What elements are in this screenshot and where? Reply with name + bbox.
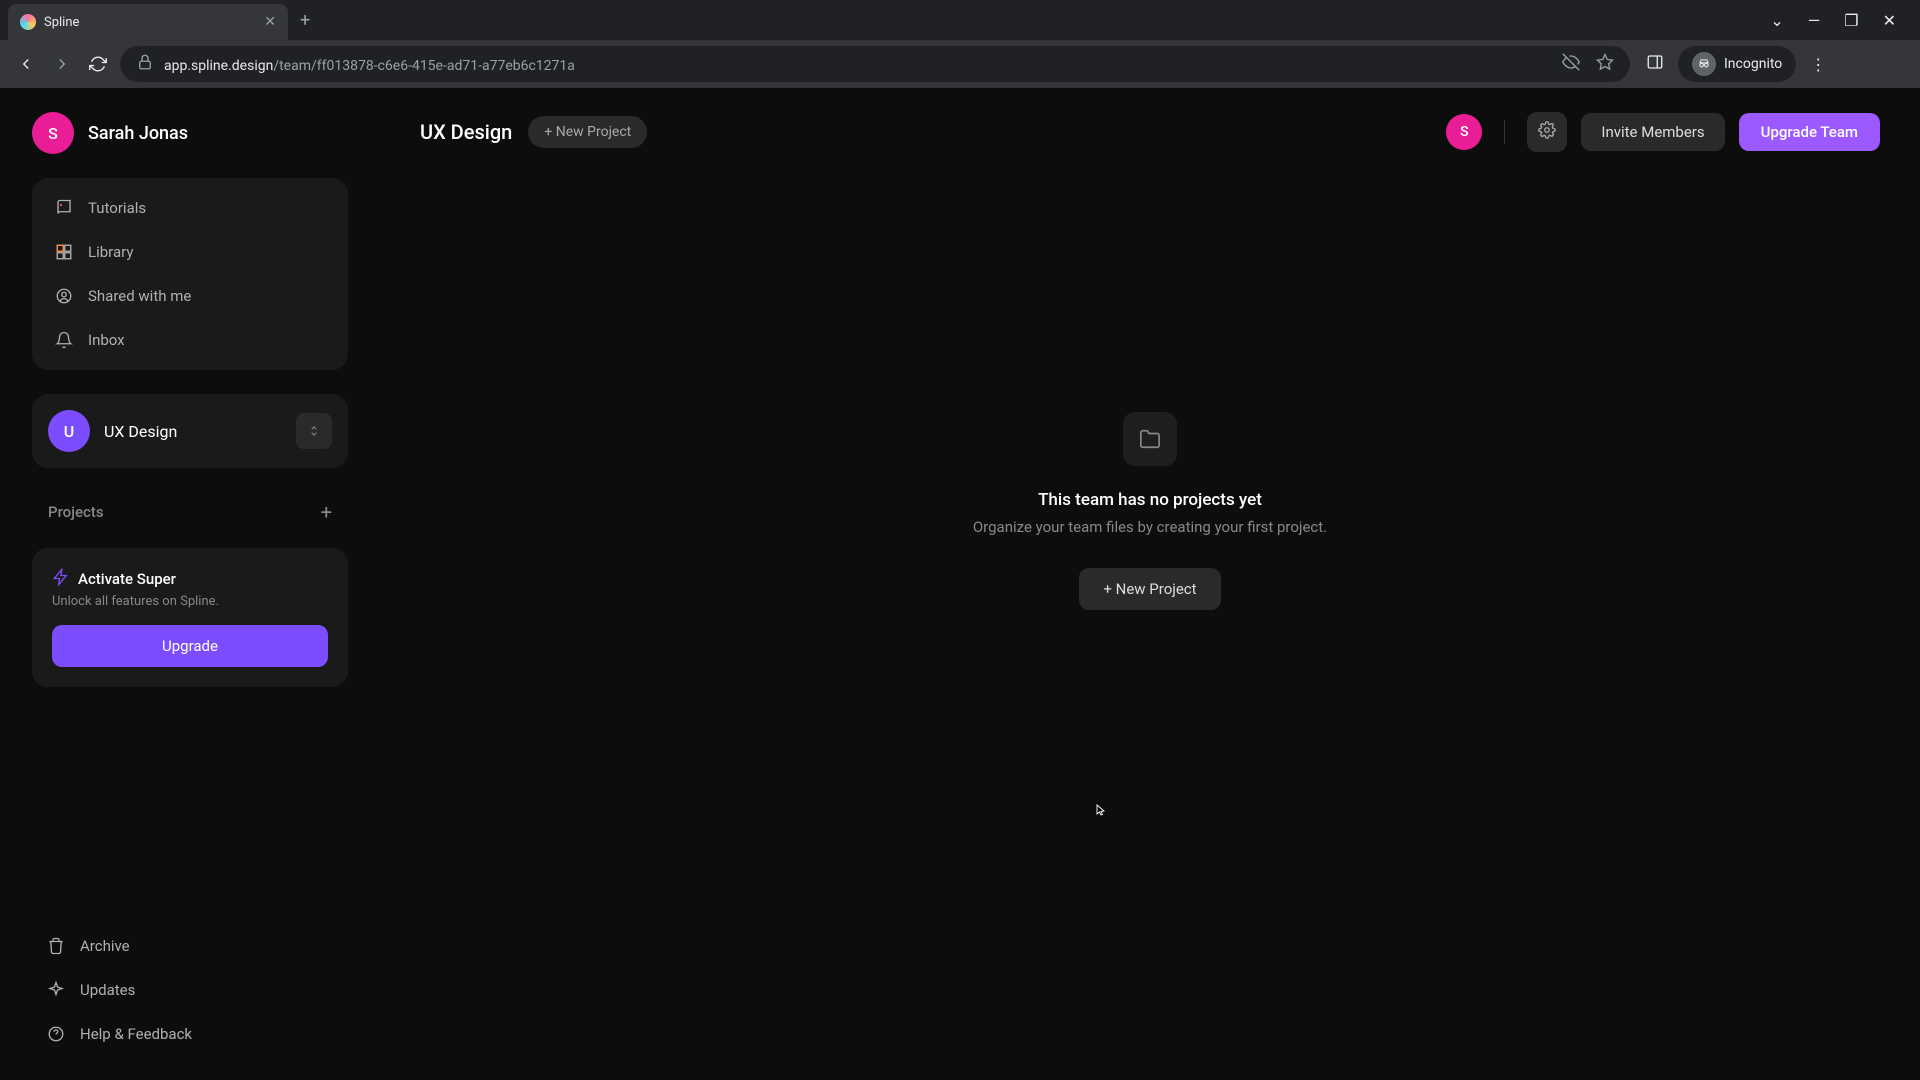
team-name: UX Design [104, 422, 282, 441]
sidebar-item-shared[interactable]: Shared with me [40, 274, 340, 318]
sidebar-item-tutorials[interactable]: Tutorials [40, 186, 340, 230]
upgrade-subtitle: Unlock all features on Spline. [52, 594, 328, 609]
nav-label: Archive [80, 937, 130, 955]
sidebar-item-help[interactable]: Help & Feedback [32, 1012, 348, 1056]
nav-label: Library [88, 243, 133, 261]
panel-icon[interactable] [1646, 53, 1664, 75]
gear-icon [1538, 121, 1556, 143]
member-avatar[interactable]: S [1446, 114, 1482, 150]
sidebar-item-updates[interactable]: Updates [32, 968, 348, 1012]
incognito-label: Incognito [1724, 56, 1782, 72]
settings-button[interactable] [1527, 112, 1567, 152]
forward-button[interactable] [48, 50, 76, 78]
upgrade-team-button[interactable]: Upgrade Team [1739, 113, 1880, 151]
team-selector[interactable]: U UX Design [32, 394, 348, 468]
back-button[interactable] [12, 50, 40, 78]
projects-label: Projects [48, 503, 104, 521]
chevron-down-icon[interactable]: ⌄ [1770, 11, 1783, 30]
upgrade-button[interactable]: Upgrade [52, 625, 328, 667]
nav-bar: app.spline.design/team/ff013878-c6e6-415… [0, 40, 1920, 88]
user-header[interactable]: S Sarah Jonas [32, 112, 348, 154]
upgrade-title: Activate Super [78, 570, 176, 588]
address-bar[interactable]: app.spline.design/team/ff013878-c6e6-415… [120, 46, 1630, 82]
empty-state: This team has no projects yet Organize y… [420, 412, 1880, 610]
incognito-badge[interactable]: Incognito [1678, 46, 1796, 82]
user-name: Sarah Jonas [88, 123, 188, 144]
user-circle-icon [54, 286, 74, 306]
user-avatar: S [32, 112, 74, 154]
empty-title: This team has no projects yet [1038, 490, 1262, 510]
browser-chrome: Spline ✕ + ⌄ — ❐ ✕ app.spline.design/tea… [0, 0, 1920, 88]
bolt-icon [52, 568, 70, 590]
add-project-button[interactable]: + [321, 500, 332, 524]
top-actions: S Invite Members Upgrade Team [1446, 112, 1880, 152]
bell-icon [54, 330, 74, 350]
app-root: S Sarah Jonas Tutorials Library Share [0, 88, 1920, 1080]
sidebar-item-archive[interactable]: Archive [32, 924, 348, 968]
url-path: /team/ff013878-c6e6-415e-ad71-a77eb6c127… [273, 58, 575, 74]
invite-members-button[interactable]: Invite Members [1581, 113, 1724, 151]
maximize-icon[interactable]: ❐ [1844, 11, 1858, 30]
grid-icon [54, 242, 74, 262]
trash-icon [46, 936, 66, 956]
close-window-icon[interactable]: ✕ [1883, 11, 1896, 30]
window-controls: ⌄ — ❐ ✕ [1770, 11, 1912, 30]
projects-header: Projects + [32, 492, 348, 532]
eye-off-icon[interactable] [1562, 53, 1580, 75]
close-tab-icon[interactable]: ✕ [264, 14, 276, 30]
minimize-icon[interactable]: — [1808, 11, 1821, 30]
nav-label: Shared with me [88, 287, 191, 305]
upgrade-card: Activate Super Unlock all features on Sp… [32, 548, 348, 687]
reload-button[interactable] [84, 50, 112, 78]
new-tab-button[interactable]: + [300, 10, 310, 31]
nav-label: Inbox [88, 331, 125, 349]
nav-label: Tutorials [88, 199, 146, 217]
new-project-button[interactable]: + New Project [1079, 568, 1220, 610]
spline-favicon [20, 14, 36, 30]
tab-bar: Spline ✕ + ⌄ — ❐ ✕ [0, 0, 1920, 40]
bottom-nav: Archive Updates Help & Feedback [32, 924, 348, 1056]
sidebar-item-library[interactable]: Library [40, 230, 340, 274]
nav-label: Updates [80, 981, 135, 999]
nav-card: Tutorials Library Shared with me Inbox [32, 178, 348, 370]
divider [1504, 120, 1505, 144]
main-content: UX Design + New Project S Invite Members… [380, 88, 1920, 1080]
page-title: UX Design [420, 120, 512, 144]
browser-tab[interactable]: Spline ✕ [8, 4, 288, 40]
url-domain: app.spline.design [164, 58, 273, 74]
new-project-pill[interactable]: + New Project [528, 116, 647, 148]
tab-title: Spline [44, 15, 256, 30]
empty-subtitle: Organize your team files by creating you… [973, 518, 1327, 536]
incognito-icon [1692, 52, 1716, 76]
folder-icon [1123, 412, 1177, 466]
lock-icon [136, 53, 154, 75]
book-icon [54, 198, 74, 218]
sidebar: S Sarah Jonas Tutorials Library Share [0, 88, 380, 1080]
sidebar-item-inbox[interactable]: Inbox [40, 318, 340, 362]
star-icon[interactable] [1596, 53, 1614, 75]
nav-label: Help & Feedback [80, 1025, 192, 1043]
sort-icon[interactable] [296, 413, 332, 449]
top-bar: UX Design + New Project S Invite Members… [420, 112, 1880, 152]
help-icon [46, 1024, 66, 1044]
team-avatar: U [48, 410, 90, 452]
kebab-menu-icon[interactable]: ⋮ [1810, 55, 1826, 74]
sparkle-icon [46, 980, 66, 1000]
